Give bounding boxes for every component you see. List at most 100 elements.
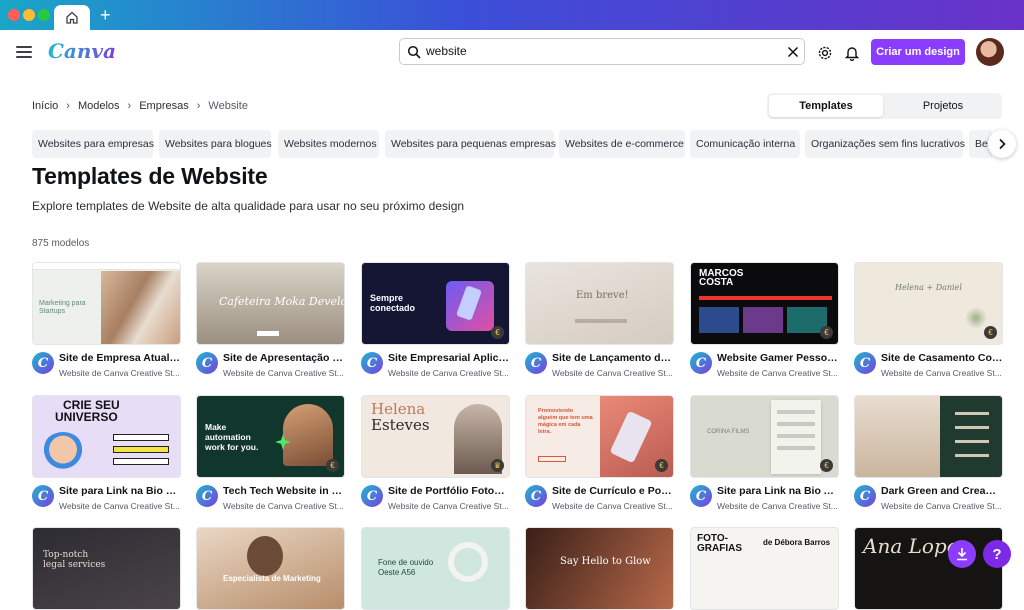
template-thumbnail[interactable]: Helena + Daniel €: [854, 262, 1003, 345]
template-thumbnail[interactable]: Cafeteira Moka Develo: [196, 262, 345, 345]
template-title[interactable]: Site de Portfólio Fotogra...: [388, 485, 510, 497]
template-author[interactable]: Website de Canva Creative St...: [881, 501, 1003, 511]
download-button[interactable]: [948, 540, 976, 568]
template-title[interactable]: Site de Casamento Conv...: [881, 352, 1003, 364]
template-thumbnail[interactable]: Sempre conectado €: [361, 262, 510, 345]
template-author[interactable]: Website de Canva Creative St...: [552, 501, 674, 511]
search-value[interactable]: website: [426, 44, 467, 58]
chips-next-button[interactable]: [988, 130, 1016, 158]
browser-tab-home[interactable]: [54, 5, 90, 30]
thumb-text: Em breve!: [576, 290, 629, 301]
chevron-right-icon: ›: [127, 100, 132, 112]
template-thumbnail[interactable]: MARCOS COSTA €: [690, 262, 839, 345]
canva-author-icon: C: [854, 485, 876, 507]
template-thumbnail[interactable]: Especialista de Marketing: [196, 527, 345, 610]
template-author[interactable]: Website de Canva Creative St...: [552, 368, 674, 378]
breadcrumb-business[interactable]: Empresas: [139, 100, 189, 112]
thumb-text: de Débora Barros: [763, 538, 831, 547]
view-toggle: Templates Projetos: [767, 93, 1002, 119]
template-title[interactable]: Website Gamer Pessoal ...: [717, 352, 839, 364]
chip-sem-fins-lucrativos[interactable]: Organizações sem fins lucrativos: [805, 130, 965, 158]
bell-icon: [845, 47, 859, 61]
notifications-button[interactable]: [842, 43, 862, 63]
template-thumbnail[interactable]: Fone de ouvido Oeste A56: [361, 527, 510, 610]
clear-search-icon[interactable]: [787, 46, 799, 58]
avatar[interactable]: [976, 38, 1004, 66]
minimize-window-dot[interactable]: [23, 9, 35, 21]
chevron-right-icon: ›: [196, 100, 201, 112]
template-author[interactable]: Website de Canva Creative St...: [59, 368, 181, 378]
template-author[interactable]: Website de Canva Creative St...: [59, 501, 181, 511]
chip-ecommerce[interactable]: Websites de e-commerce: [559, 130, 685, 158]
canva-author-icon: C: [361, 352, 383, 374]
template-thumbnail[interactable]: Marketing para Startups: [32, 262, 181, 345]
template-title[interactable]: Site Empresarial Aplicati...: [388, 352, 510, 364]
template-title[interactable]: Site para Link na Bio Ali...: [717, 485, 839, 497]
template-thumbnail[interactable]: Ana Lopes: [854, 527, 1003, 610]
gear-icon: [818, 46, 832, 60]
template-author[interactable]: Website de Canva Creative St...: [717, 501, 839, 511]
canva-author-icon: C: [690, 485, 712, 507]
thumb-text: Top-notch legal services: [43, 550, 106, 570]
template-title[interactable]: Site de Currículo e Portf...: [552, 485, 674, 497]
template-title[interactable]: Site para Link na Bio par...: [59, 485, 181, 497]
thumb-text: FOTO-GRAFIAS: [697, 533, 742, 554]
thumb-text: Fone de ouvido Oeste A56: [378, 558, 434, 577]
template-author[interactable]: Website de Canva Creative St...: [881, 368, 1003, 378]
template-title[interactable]: Site de Lançamento de ...: [552, 352, 674, 364]
template-thumbnail[interactable]: Promoviendo alguém que tem uma mágica em…: [525, 395, 674, 478]
maximize-window-dot[interactable]: [38, 9, 50, 21]
create-design-button[interactable]: Criar um design: [871, 39, 965, 65]
chip-websites-blogues[interactable]: Websites para blogues: [159, 130, 272, 158]
question-icon: ?: [992, 545, 1002, 563]
template-thumbnail[interactable]: CORINA FILMS €: [690, 395, 839, 478]
breadcrumb-templates[interactable]: Modelos: [78, 100, 120, 112]
download-icon: [957, 548, 967, 561]
template-thumbnail[interactable]: Make automation work for you. €: [196, 395, 345, 478]
help-button[interactable]: ?: [983, 540, 1011, 568]
template-thumbnail[interactable]: Em breve!: [525, 262, 674, 345]
template-title[interactable]: Site de Apresentação de ...: [223, 352, 345, 364]
breadcrumb-home[interactable]: Início: [32, 100, 58, 112]
template-title[interactable]: Dark Green and Cream S...: [881, 485, 1003, 497]
premium-icon: €: [326, 459, 339, 472]
close-window-dot[interactable]: [8, 9, 20, 21]
template-author[interactable]: Website de Canva Creative St...: [223, 501, 345, 511]
chip-comunicacao-interna[interactable]: Comunicação interna: [690, 130, 800, 158]
canva-author-icon: C: [854, 352, 876, 374]
thumb-text: Make automation work for you.: [205, 422, 259, 452]
template-thumbnail[interactable]: FOTO-GRAFIAS de Débora Barros: [690, 527, 839, 610]
canva-logo[interactable]: Canva: [48, 39, 116, 63]
new-tab-icon[interactable]: +: [100, 4, 111, 26]
chip-pequenas-empresas[interactable]: Websites para pequenas empresas: [385, 130, 556, 158]
thumb-text: Cafeteira Moka Develo: [219, 295, 345, 308]
template-title[interactable]: Site de Empresa Atual e ...: [59, 352, 181, 364]
chip-websites-empresas[interactable]: Websites para empresas: [32, 130, 154, 158]
tab-projects[interactable]: Projetos: [886, 95, 1000, 117]
thumb-text: Esteves: [371, 416, 430, 434]
template-thumbnail[interactable]: Say Hello to Glow: [525, 527, 674, 610]
thumb-text: Promoviendo alguém que tem uma mágica em…: [538, 408, 593, 435]
canva-author-icon: C: [32, 352, 54, 374]
search-input[interactable]: website: [399, 38, 805, 65]
tab-templates[interactable]: Templates: [769, 95, 883, 117]
thumb-text: Say Hello to Glow: [560, 556, 651, 567]
thumb-text: Helena: [371, 400, 426, 418]
template-author[interactable]: Website de Canva Creative St...: [388, 368, 510, 378]
template-author[interactable]: Website de Canva Creative St...: [388, 501, 510, 511]
template-thumbnail[interactable]: CRIE SEU UNIVERSO: [32, 395, 181, 478]
canva-author-icon: C: [196, 352, 218, 374]
template-thumbnail[interactable]: Top-notch legal services: [32, 527, 181, 610]
template-title[interactable]: Tech Tech Website in Da...: [223, 485, 345, 497]
chip-websites-modernos[interactable]: Websites modernos: [278, 130, 379, 158]
settings-button[interactable]: [815, 43, 835, 63]
template-thumbnail[interactable]: [854, 395, 1003, 478]
template-thumbnail[interactable]: Helena Esteves ♛: [361, 395, 510, 478]
thumb-text: UNIVERSO: [55, 410, 118, 424]
template-author[interactable]: Website de Canva Creative St...: [223, 368, 345, 378]
template-author[interactable]: Website de Canva Creative St...: [717, 368, 839, 378]
premium-icon: ♛: [491, 459, 504, 472]
thumb-text: COSTA: [699, 277, 734, 288]
premium-icon: €: [820, 459, 833, 472]
menu-icon[interactable]: [16, 43, 32, 63]
